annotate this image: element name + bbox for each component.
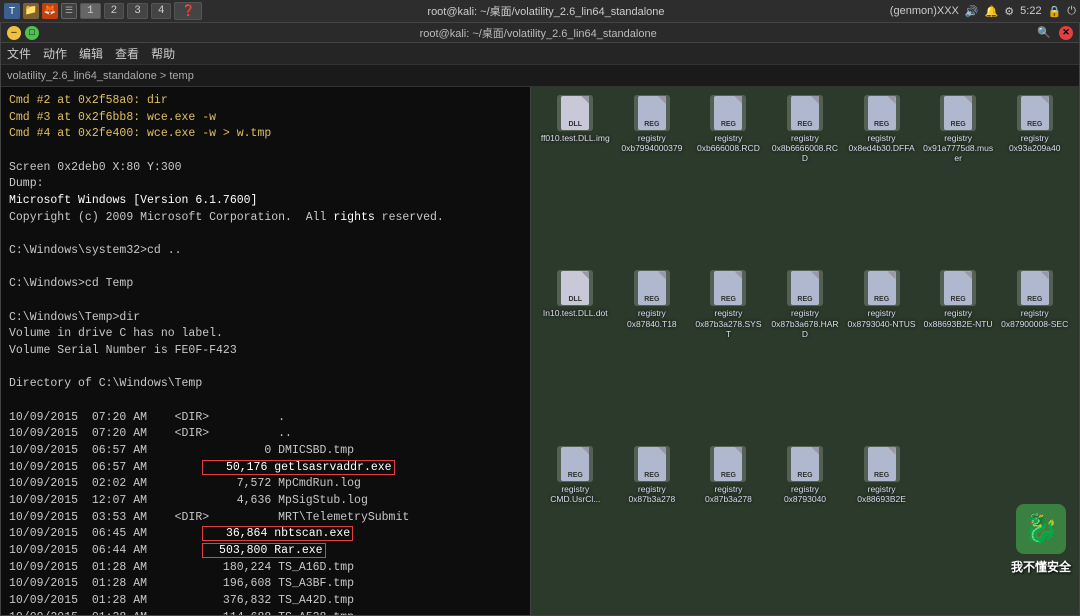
window-title: root@kali: ~/桌面/volatility_2.6_lin64_sta…	[39, 25, 1037, 41]
app-icon-folder[interactable]: 📁	[23, 3, 39, 19]
desktop-icon-registry14[interactable]: REG registry0x87b3a278	[692, 446, 765, 607]
blank-2	[9, 226, 522, 243]
dir-dot: 10/09/2015 07:20 AM <DIR> .	[9, 410, 522, 427]
tab-1[interactable]: 1	[80, 3, 101, 19]
close-button[interactable]: ✕	[1059, 26, 1073, 40]
tab-2[interactable]: 2	[104, 3, 125, 19]
desktop-icon-registry5[interactable]: REG registry0x91a7775d8.muser	[922, 95, 995, 266]
app-icon-terminal[interactable]: T	[4, 3, 20, 19]
app-icon-extra[interactable]: ☰	[61, 3, 77, 19]
vol-serial: Volume Serial Number is FE0F-F423	[9, 343, 522, 360]
desktop-icons-grid: DLL ff010.test.DLL.img REG registry0xb79…	[539, 95, 1071, 607]
cd-temp: C:\Windows>cd Temp	[9, 276, 522, 293]
maximize-button[interactable]: □	[25, 26, 39, 40]
menu-action[interactable]: 动作	[43, 45, 67, 62]
mpsigstub: 10/09/2015 12:07 AM 4,636 MpSigStub.log	[9, 493, 522, 510]
desktop-icon-cmd-usrcl[interactable]: REG registryCMD.UsrCl...	[539, 446, 612, 607]
getlsasrvaddr-line: 10/09/2015 06:57 AM 50,176 getlsasrvaddr…	[9, 460, 522, 477]
desktop-icon-file1[interactable]: DLL ff010.test.DLL.img	[539, 95, 612, 266]
taskbar-volume-icon[interactable]: 🔊	[965, 5, 979, 18]
mpcmdrun: 10/09/2015 02:02 AM 7,572 MpCmdRun.log	[9, 476, 522, 493]
desktop-icon-registry15[interactable]: REG registry0x8793040	[769, 446, 842, 607]
desktop-icon-registry2[interactable]: REG registry0xb666008.RCD	[692, 95, 765, 266]
blank-4	[9, 293, 522, 310]
win-ver: Microsoft Windows [Version 6.1.7600]	[9, 193, 522, 210]
desktop-icon-registry8[interactable]: REG registry0x87b3a278.SYST	[692, 270, 765, 441]
tab-4[interactable]: 4	[151, 3, 172, 19]
minimize-button[interactable]: ─	[7, 26, 21, 40]
desktop-icon-registry4[interactable]: REG registry0x8ed4b30.DFFA	[845, 95, 918, 266]
cmd-line-1: Cmd #2 at 0x2f58a0: dir	[9, 93, 522, 110]
cmd-line-2: Cmd #3 at 0x2f6bb8: wce.exe -w	[9, 110, 522, 127]
screen-line: Screen 0x2deb0 X:80 Y:300	[9, 160, 522, 177]
address-bar: volatility_2.6_lin64_standalone > temp	[1, 65, 1079, 87]
taskbar-lock-icon[interactable]: 🔒	[1048, 5, 1062, 18]
ts-a528: 10/09/2015 01:28 AM 114,688 TS_A528.tmp	[9, 610, 522, 615]
desktop-icon-file2[interactable]: DLL In10.test.DLL.dot	[539, 270, 612, 441]
window-titlebar: ─ □ root@kali: ~/桌面/volatility_2.6_lin64…	[1, 23, 1079, 43]
taskbar-settings-icon[interactable]: ⚙	[1004, 5, 1014, 18]
desktop-icon-registry7[interactable]: REG registry0x87840.T18	[616, 270, 689, 441]
dmicsbd: 10/09/2015 06:57 AM 0 DMICSBD.tmp	[9, 443, 522, 460]
rar-line: 10/09/2015 06:44 AM 503,800 Rar.exe	[9, 543, 522, 560]
search-icon[interactable]: 🔍	[1037, 26, 1051, 40]
desktop-icon-registry11[interactable]: REG registry0x88693B2E-NTU	[922, 270, 995, 441]
nbtscan-line: 10/09/2015 06:45 AM 36,864 nbtscan.exe	[9, 526, 522, 543]
watermark: 🐉 我不懂安全	[1011, 504, 1071, 575]
dir-cmd: C:\Windows\Temp>dir	[9, 310, 522, 327]
desktop-icon-registry1[interactable]: REG registry0xb7994000379	[616, 95, 689, 266]
cd-dotdot: C:\Windows\system32>cd ..	[9, 243, 522, 260]
desktop-icon-registry12[interactable]: REG registry0x87900008-SEC	[998, 270, 1071, 441]
taskbar-time: 5:22	[1020, 5, 1041, 17]
cmd-line-3: Cmd #4 at 0x2fe400: wce.exe -w > w.tmp	[9, 126, 522, 143]
taskbar-user: (genmon)XXX	[890, 5, 959, 17]
menu-edit[interactable]: 编辑	[79, 45, 103, 62]
terminal-panel[interactable]: Cmd #2 at 0x2f58a0: dir Cmd #3 at 0x2f6b…	[1, 87, 531, 615]
menu-file[interactable]: 文件	[7, 45, 31, 62]
watermark-label: 我不懂安全	[1011, 558, 1071, 575]
tab-3[interactable]: 3	[127, 3, 148, 19]
desktop-icon-registry9[interactable]: REG registry0x87b3a678.HARD	[769, 270, 842, 441]
desktop-icon-registry3[interactable]: REG registry0x8b6666008.RCD	[769, 95, 842, 266]
ts-a16d: 10/09/2015 01:28 AM 180,224 TS_A16D.tmp	[9, 560, 522, 577]
window-close-controls: 🔍 ✕	[1037, 26, 1073, 40]
desktop-icon-registry6[interactable]: REG registry0x93a209a40	[998, 95, 1071, 266]
ts-a42d: 10/09/2015 01:28 AM 376,832 TS_A42D.tmp	[9, 593, 522, 610]
taskbar-left: T 📁 🦊 ☰ 1 2 3 4 ❓	[4, 2, 202, 20]
desktop-icon-registry10[interactable]: REG registry0x8793040-NTUS	[845, 270, 918, 441]
blank-3	[9, 260, 522, 277]
menu-bar: 文件 动作 编辑 查看 帮助	[1, 43, 1079, 65]
window-controls: ─ □	[7, 26, 39, 40]
desktop-panel: DLL ff010.test.DLL.img REG registry0xb79…	[531, 87, 1079, 615]
watermark-emoji: 🐉	[1024, 512, 1059, 547]
taskbar-power-icon[interactable]: ⏻	[1067, 5, 1076, 18]
taskbar-title: root@kali: ~/桌面/volatility_2.6_lin64_sta…	[206, 3, 886, 19]
taskbar: T 📁 🦊 ☰ 1 2 3 4 ❓ root@kali: ~/桌面/volati…	[0, 0, 1080, 22]
copyright: Copyright (c) 2009 Microsoft Corporation…	[9, 210, 522, 227]
tab-new[interactable]: ❓	[174, 2, 202, 20]
taskbar-notify-icon[interactable]: 🔔	[985, 5, 999, 18]
taskbar-right: (genmon)XXX 🔊 🔔 ⚙ 5:22 🔒 ⏻	[890, 5, 1076, 18]
dir-of: Directory of C:\Windows\Temp	[9, 376, 522, 393]
mrt-dir: 10/09/2015 03:53 AM <DIR> MRT\TelemetryS…	[9, 510, 522, 527]
menu-view[interactable]: 查看	[115, 45, 139, 62]
blank-5	[9, 360, 522, 377]
desktop-icon-registry13[interactable]: REG registry0x87b3a278	[616, 446, 689, 607]
address-path: volatility_2.6_lin64_standalone > temp	[7, 70, 194, 82]
blank-6	[9, 393, 522, 410]
app-icon-firefox[interactable]: 🦊	[42, 3, 58, 19]
ts-a3bf: 10/09/2015 01:28 AM 196,608 TS_A3BF.tmp	[9, 576, 522, 593]
dump-line: Dump:	[9, 176, 522, 193]
blank-1	[9, 143, 522, 160]
main-content: Cmd #2 at 0x2f58a0: dir Cmd #3 at 0x2f6b…	[1, 87, 1079, 615]
desktop-icon-registry16[interactable]: REG registry0x88693B2E	[845, 446, 918, 607]
dir-dotdot: 10/09/2015 07:20 AM <DIR> ..	[9, 426, 522, 443]
vol-label: Volume in drive C has no label.	[9, 326, 522, 343]
terminal-window: ─ □ root@kali: ~/桌面/volatility_2.6_lin64…	[0, 22, 1080, 616]
menu-help[interactable]: 帮助	[151, 45, 175, 62]
watermark-icon: 🐉	[1016, 504, 1066, 554]
